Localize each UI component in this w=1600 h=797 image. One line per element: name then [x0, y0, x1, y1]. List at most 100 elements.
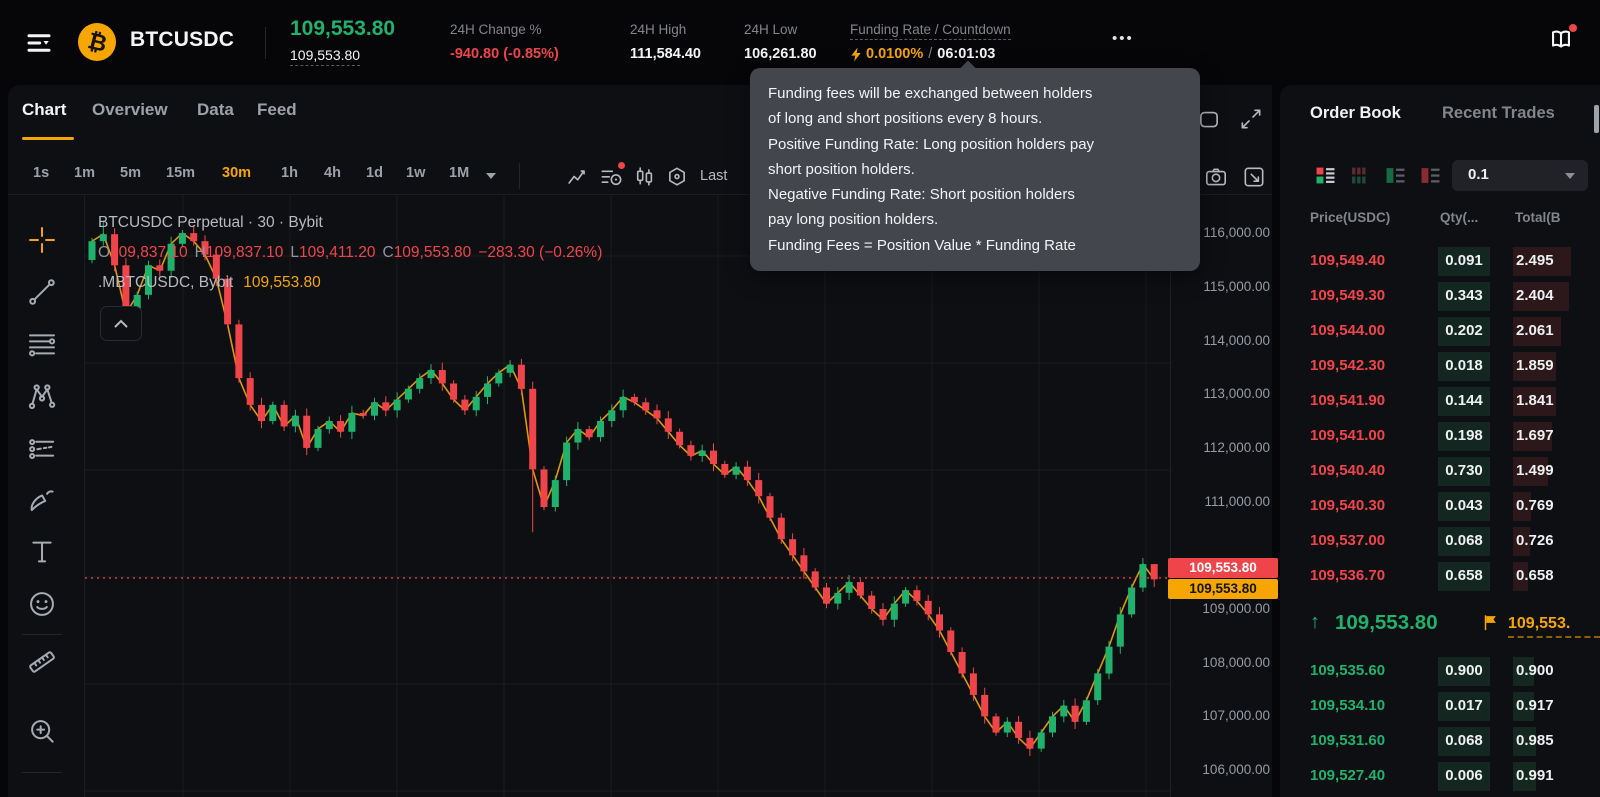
timeframe-1m[interactable]: 1m	[74, 165, 95, 181]
price-source-selector[interactable]: Last	[700, 168, 727, 184]
quantity: 0.730	[1438, 462, 1490, 479]
ask-row[interactable]: 109,541.000.1981.697	[1280, 419, 1600, 454]
y-axis-label: 112,000.00	[1180, 440, 1270, 455]
price: 109,536.70	[1310, 567, 1385, 584]
price: 109,537.00	[1310, 532, 1385, 549]
xabcd-pattern-tool-icon[interactable]	[26, 380, 58, 412]
candle-style-icon[interactable]	[631, 164, 657, 190]
text-tool-icon[interactable]	[26, 536, 58, 568]
crosshair-tool-icon[interactable]	[26, 224, 58, 256]
price: 109,541.90	[1310, 392, 1385, 409]
tab-recent-trades[interactable]: Recent Trades	[1442, 104, 1555, 123]
grouping-dropdown[interactable]: 0.1	[1452, 160, 1588, 191]
trend-line-tool-icon[interactable]	[26, 276, 58, 308]
funding-countdown: 06:01:03	[937, 46, 995, 62]
tab-feed[interactable]: Feed	[257, 100, 297, 120]
stat-value: -940.80 (-0.85%)	[450, 46, 559, 62]
bid-row[interactable]: 109,534.100.0170.917	[1280, 689, 1600, 724]
horizontal-lines-tool-icon[interactable]	[26, 328, 58, 360]
timeframe-30m[interactable]: 30m	[222, 165, 251, 181]
timeframe-1M[interactable]: 1M	[449, 165, 469, 181]
timeframe-15m[interactable]: 15m	[166, 165, 195, 181]
ask-row[interactable]: 109,549.300.3432.404	[1280, 279, 1600, 314]
tab-overview[interactable]: Overview	[92, 100, 168, 120]
quantity: 0.068	[1438, 732, 1490, 749]
bid-row[interactable]: 109,527.400.0060.991	[1280, 759, 1600, 794]
quantity: 0.658	[1438, 567, 1490, 584]
total: 1.499	[1516, 462, 1554, 479]
funding-tooltip: Funding fees will be exchanged between h…	[750, 68, 1200, 271]
tooltip-line: of long and short positions every 8 hour…	[768, 106, 1182, 131]
ask-row[interactable]: 109,542.300.0181.859	[1280, 349, 1600, 384]
forecast-tool-icon[interactable]	[26, 432, 58, 464]
snapshot-frame-icon[interactable]	[1241, 164, 1267, 190]
index-symbol[interactable]: .MBTCUSDC, Bybit	[98, 274, 233, 291]
price-axis-border	[1170, 195, 1171, 797]
notification-dot	[1569, 24, 1577, 32]
price: 109,541.00	[1310, 427, 1385, 444]
ruler-tool-icon[interactable]	[26, 646, 58, 678]
mark-price-value[interactable]: 109,553.	[1508, 615, 1600, 638]
quantity: 0.018	[1438, 357, 1490, 374]
timeframe-dropdown-caret[interactable]	[486, 173, 496, 179]
expand-arrows-icon[interactable]	[1238, 106, 1264, 132]
tab-order-book[interactable]: Order Book	[1310, 104, 1401, 123]
line-chart-icon[interactable]	[565, 164, 591, 190]
ask-row[interactable]: 109,537.000.0680.726	[1280, 524, 1600, 559]
settings-hexagon-icon[interactable]	[664, 164, 690, 190]
total: 1.859	[1516, 357, 1554, 374]
tab-data[interactable]: Data	[197, 100, 234, 120]
bid-row[interactable]: 109,535.600.9000.900	[1280, 654, 1600, 689]
tooltip-line: Funding Fees = Position Value * Funding …	[768, 233, 1182, 258]
column-qty: Qty(...	[1440, 210, 1478, 225]
quantity: 0.017	[1438, 697, 1490, 714]
chart-legend-title[interactable]: BTCUSDC Perpetual · 30 · Bybit	[98, 214, 323, 232]
price: 109,540.30	[1310, 497, 1385, 514]
legend-collapse-button[interactable]	[100, 306, 142, 341]
last-price-row[interactable]: ↑ 109,553.80 109,553.	[1280, 604, 1600, 646]
emoji-tool-icon[interactable]	[26, 588, 58, 620]
quantity: 0.343	[1438, 287, 1490, 304]
menu-icon[interactable]	[24, 28, 54, 56]
ask-row[interactable]: 109,541.900.1441.841	[1280, 384, 1600, 419]
mark-price-tag: 109,553.80	[1168, 579, 1278, 599]
ob-bids-mode-icon[interactable]	[1386, 166, 1405, 185]
ask-row[interactable]: 109,544.000.2022.061	[1280, 314, 1600, 349]
timeframe-1h[interactable]: 1h	[281, 165, 298, 181]
tooltip-line: Funding fees will be exchanged between h…	[768, 81, 1182, 106]
panel-settings-icon[interactable]	[1594, 105, 1599, 133]
timeframe-1d[interactable]: 1d	[366, 165, 383, 181]
ob-columns-mode-icon[interactable]	[1351, 166, 1370, 185]
total: 1.697	[1516, 427, 1554, 444]
total: 1.841	[1516, 392, 1554, 409]
more-stats-button[interactable]: •••	[1112, 30, 1134, 47]
index-legend: .MBTCUSDC, Bybit109,553.80	[98, 274, 321, 292]
y-axis-label: 109,000.00	[1180, 601, 1270, 616]
funding-label[interactable]: Funding Rate / Countdown	[850, 22, 1011, 40]
ask-row[interactable]: 109,540.300.0430.769	[1280, 489, 1600, 524]
bid-row[interactable]: 109,531.600.0680.985	[1280, 724, 1600, 759]
ob-both-mode-icon[interactable]	[1316, 166, 1335, 185]
ask-row[interactable]: 109,536.700.6580.658	[1280, 559, 1600, 594]
ask-row[interactable]: 109,549.400.0912.495	[1280, 244, 1600, 279]
ask-row[interactable]: 109,540.400.7301.499	[1280, 454, 1600, 489]
timeframe-1s[interactable]: 1s	[33, 165, 49, 181]
ob-asks-mode-icon[interactable]	[1421, 166, 1440, 185]
tab-chart[interactable]: Chart	[22, 100, 66, 120]
orderbook-toggle-icon[interactable]	[1547, 26, 1575, 54]
total: 2.404	[1516, 287, 1554, 304]
ohlc-key: L	[290, 244, 299, 261]
ohlc-value: 109,553.80	[394, 244, 472, 261]
timeframe-1w[interactable]: 1w	[406, 165, 425, 181]
zoom-in-tool-icon[interactable]	[26, 715, 58, 747]
brush-tool-icon[interactable]	[26, 484, 58, 516]
y-axis-label: 111,000.00	[1180, 494, 1270, 509]
timeframe-5m[interactable]: 5m	[120, 165, 141, 181]
ohlc-change: −283.30 (−0.26%)	[478, 244, 602, 261]
orderbook-last-price: 109,553.80	[1335, 611, 1438, 635]
timeframe-4h[interactable]: 4h	[324, 165, 341, 181]
indicators-icon[interactable]	[598, 164, 624, 190]
symbol-name[interactable]: BTCUSDC	[130, 28, 234, 52]
camera-icon[interactable]	[1203, 164, 1229, 190]
stat-label: 24H High	[630, 22, 686, 37]
